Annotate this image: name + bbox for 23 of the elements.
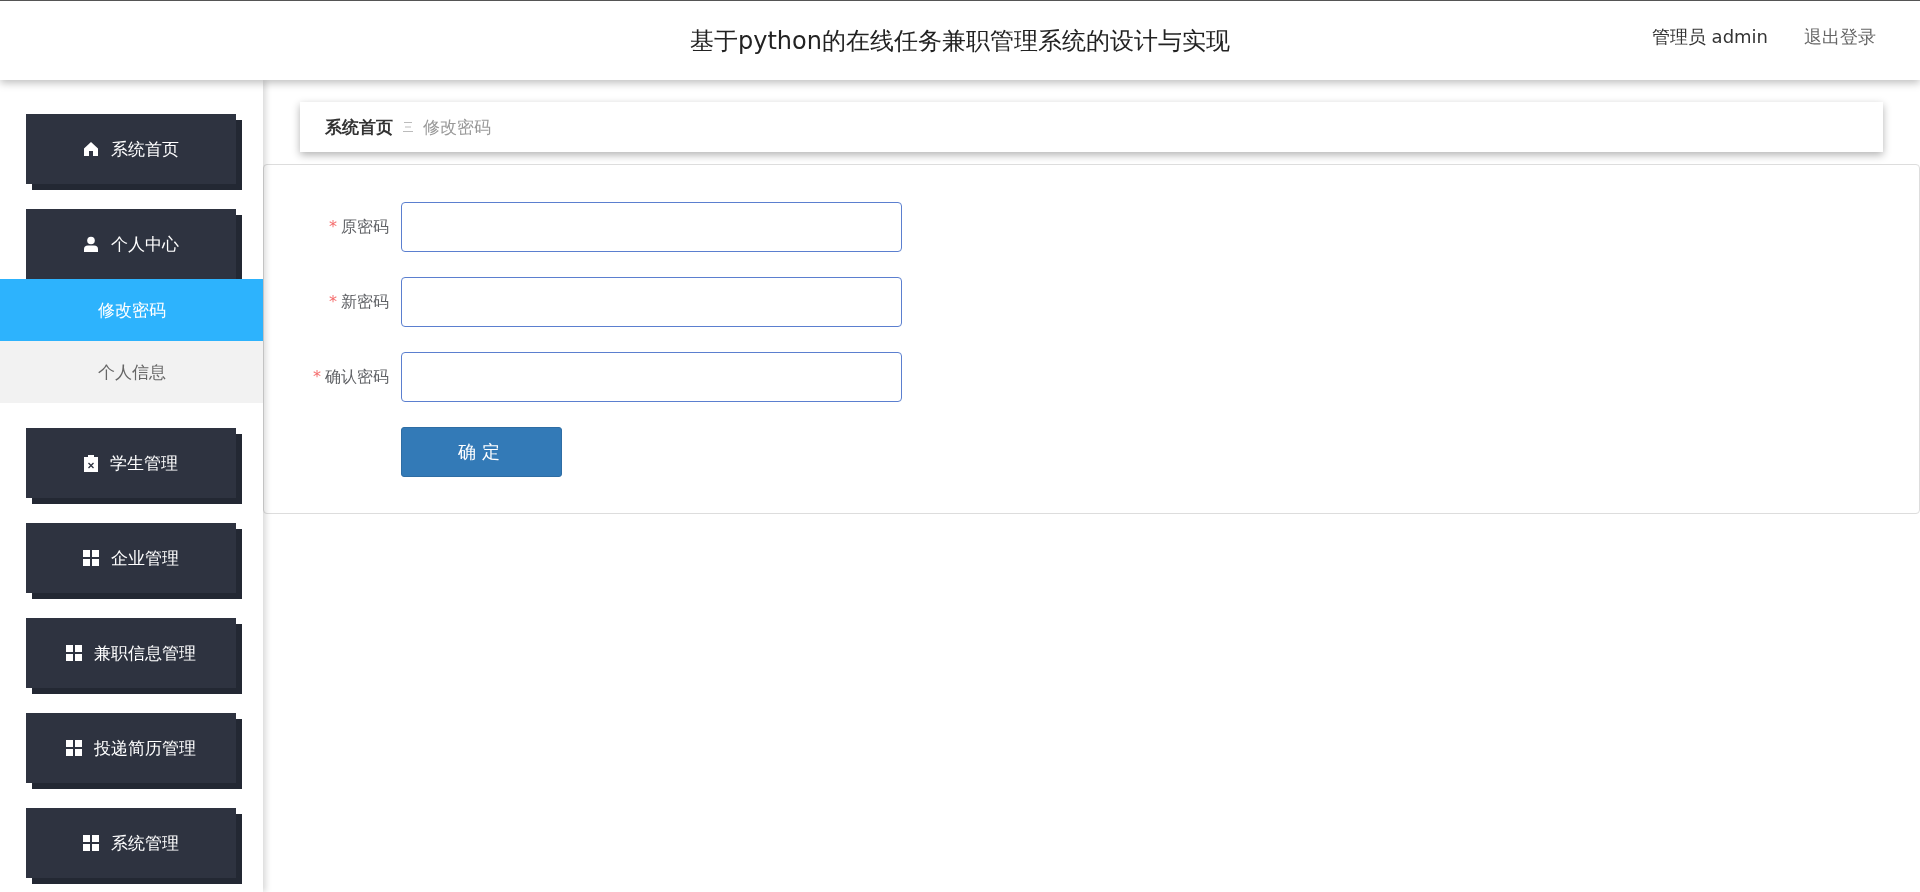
grid-icon [66,645,82,661]
field-label: 原密码 [341,216,389,236]
confirm-button[interactable]: 确定 [401,427,562,477]
admin-user-label: 管理员 admin [1651,25,1768,49]
submenu-item[interactable]: 个人信息 [0,341,263,403]
clipboard-icon [84,454,98,472]
required-mark: * [313,366,321,386]
password-field[interactable] [401,352,902,402]
user-icon [83,236,99,252]
breadcrumb-link[interactable]: 系统首页 [325,115,393,139]
grid-icon [83,550,99,566]
required-mark: * [329,291,337,311]
separator-icon [403,121,413,133]
field-label: 新密码 [341,291,389,311]
home-icon [83,141,99,157]
password-field[interactable] [401,277,902,327]
required-mark: * [329,216,337,236]
grid-icon [66,740,82,756]
grid-icon [83,835,99,851]
field-label: 确认密码 [325,366,389,386]
logout-link[interactable]: 退出登录 [1804,25,1876,49]
system-title: 基于python的在线任务兼职管理系统的设计与实现 [690,25,1230,57]
password-field[interactable] [401,202,902,252]
